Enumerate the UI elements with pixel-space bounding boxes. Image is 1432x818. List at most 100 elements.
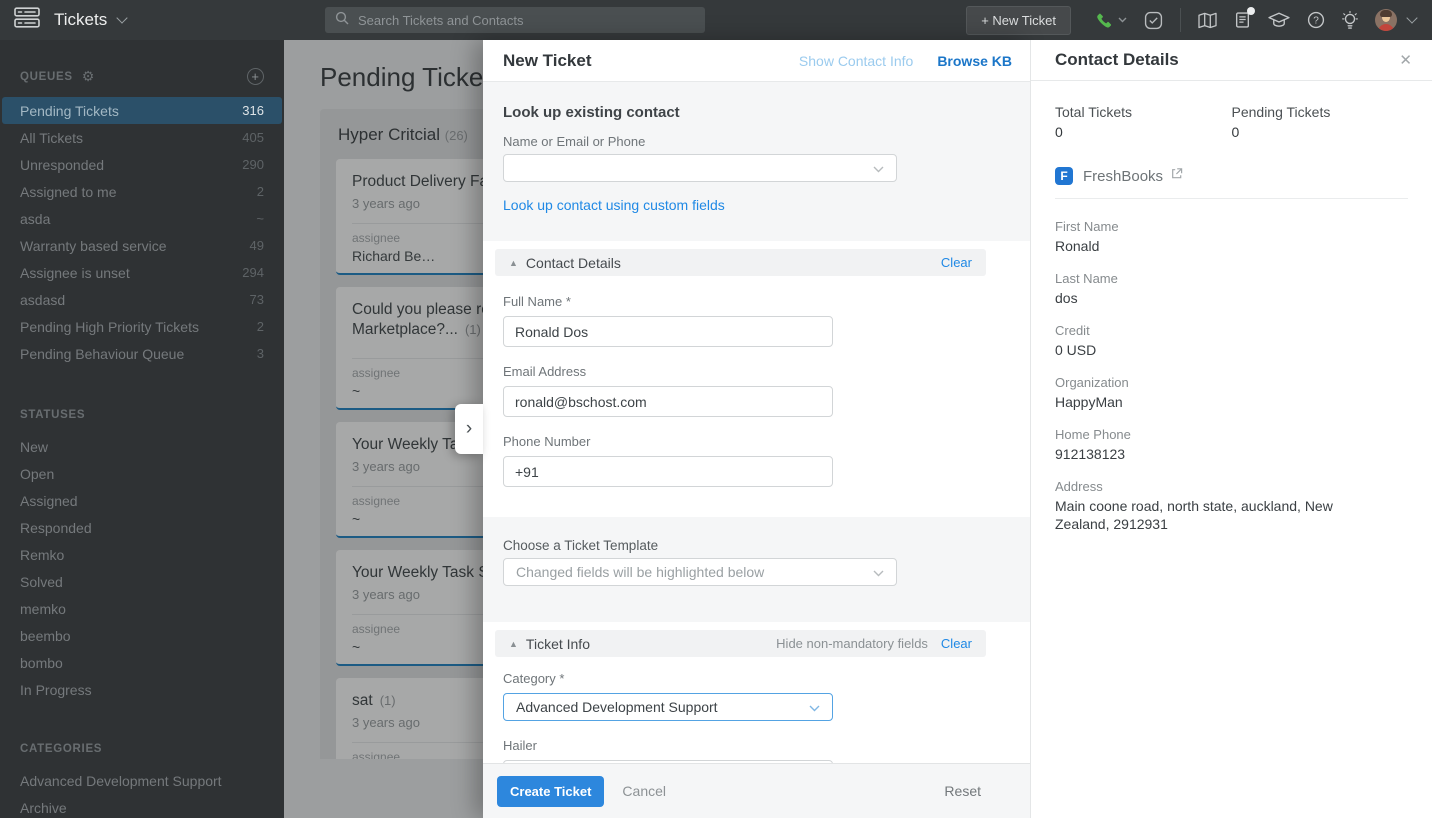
contact-field-organization: Organization HappyMan [1055, 375, 1408, 411]
category-select[interactable]: Advanced Development Support [503, 693, 833, 721]
queues-header: QUEUES [20, 71, 73, 83]
category-label: Category * [503, 671, 1010, 686]
categories-list: Advanced Development Support Archive [0, 767, 284, 818]
browse-kb-link[interactable]: Browse KB [937, 53, 1012, 69]
queue-count: 405 [242, 130, 264, 145]
category-item[interactable]: Advanced Development Support [0, 767, 284, 794]
stat-pending-tickets: Pending Tickets 0 [1232, 104, 1409, 140]
hailer-label: Hailer [503, 738, 1010, 753]
chevron-down-icon [117, 12, 128, 23]
new-ticket-button[interactable]: + New Ticket [966, 6, 1071, 35]
queue-item[interactable]: Pending Tickets316 [2, 97, 282, 124]
freshbooks-icon: F [1055, 167, 1073, 185]
collapse-panel-button[interactable]: › [455, 404, 483, 454]
contact-lookup-select[interactable] [503, 154, 897, 182]
whats-new-icon[interactable] [1342, 11, 1358, 30]
queue-item[interactable]: Warranty based service49 [0, 232, 284, 259]
status-item[interactable]: Solved [0, 568, 284, 595]
queue-item[interactable]: Unresponded290 [0, 151, 284, 178]
collapse-triangle-icon[interactable]: ▲ [509, 639, 518, 649]
ticket-info-section-bar: ▲ Ticket Info Hide non-mandatory fields … [495, 630, 986, 657]
freshbooks-integration[interactable]: F FreshBooks [1055, 167, 1408, 185]
lookup-heading: Look up existing contact [503, 104, 1010, 121]
clear-contact-link[interactable]: Clear [941, 255, 972, 270]
topbar-divider [1180, 8, 1181, 32]
reset-button[interactable]: Reset [944, 783, 981, 799]
svg-text:?: ? [1313, 16, 1319, 27]
product-label: Tickets [54, 10, 107, 30]
collapse-triangle-icon[interactable]: ▲ [509, 258, 518, 268]
section-title: Contact Details [526, 255, 621, 271]
clear-ticket-link[interactable]: Clear [941, 636, 972, 651]
email-input[interactable] [503, 386, 833, 417]
section-title: Ticket Info [526, 636, 590, 652]
phone-input[interactable] [503, 456, 833, 487]
queue-item[interactable]: asdasd73 [0, 286, 284, 313]
stat-total-tickets: Total Tickets 0 [1055, 104, 1232, 140]
phone-icon[interactable] [1096, 12, 1113, 29]
add-queue-button[interactable]: + [247, 68, 264, 85]
full-name-input[interactable] [503, 316, 833, 347]
product-switcher[interactable]: Tickets [54, 10, 126, 30]
queue-item[interactable]: All Tickets405 [0, 124, 284, 151]
custom-fields-link[interactable]: Look up contact using custom fields [503, 197, 725, 213]
contact-details-section-bar: ▲ Contact Details Clear [495, 249, 986, 276]
chevron-down-icon [809, 699, 820, 715]
template-select[interactable]: Changed fields will be highlighted below [503, 558, 897, 586]
knowledgebase-icon[interactable] [1198, 12, 1217, 29]
queue-item[interactable]: asda~ [0, 205, 284, 232]
external-link-icon[interactable] [1170, 167, 1183, 185]
notification-dot [1247, 7, 1255, 15]
contact-field-credit: Credit 0 USD [1055, 323, 1408, 359]
status-item[interactable]: In Progress [0, 676, 284, 703]
avatar[interactable] [1375, 9, 1397, 31]
chevron-right-icon: › [466, 418, 472, 440]
phone-menu-chevron-icon[interactable] [1118, 17, 1127, 23]
contact-field-last-name: Last Name dos [1055, 271, 1408, 307]
status-item[interactable]: beembo [0, 622, 284, 649]
queue-count: 294 [242, 265, 264, 280]
product-menu-button[interactable] [0, 0, 54, 40]
full-name-field: Full Name * [503, 294, 1010, 347]
close-icon[interactable]: ✕ [1395, 47, 1416, 73]
queue-item[interactable]: Pending Behaviour Queue3 [0, 340, 284, 367]
status-item[interactable]: Responded [0, 514, 284, 541]
queue-item[interactable]: Pending High Priority Tickets2 [0, 313, 284, 340]
status-item[interactable]: memko [0, 595, 284, 622]
status-item[interactable]: Assigned [0, 487, 284, 514]
news-icon[interactable] [1234, 11, 1251, 29]
status-item[interactable]: Open [0, 460, 284, 487]
queue-count: ~ [256, 211, 264, 226]
search-input[interactable] [358, 13, 695, 28]
queue-count: 316 [242, 103, 264, 118]
show-contact-info-link[interactable]: Show Contact Info [799, 53, 913, 69]
global-search[interactable] [325, 7, 705, 33]
tasks-icon[interactable] [1144, 11, 1163, 30]
help-icon[interactable]: ? [1307, 11, 1325, 29]
status-item[interactable]: New [0, 433, 284, 460]
queue-count: 49 [250, 238, 264, 253]
queue-count: 3 [257, 346, 264, 361]
queues-list: Pending Tickets316 All Tickets405 Unresp… [0, 97, 284, 367]
freshbooks-label: FreshBooks [1083, 168, 1163, 185]
chevron-down-icon [873, 160, 884, 176]
hide-nonmandatory-link[interactable]: Hide non-mandatory fields [776, 636, 928, 651]
contact-field-home-phone: Home Phone 912138123 [1055, 427, 1408, 463]
user-menu-chevron-icon[interactable] [1406, 12, 1417, 23]
new-ticket-modal: New Ticket Show Contact Info Browse KB L… [483, 40, 1030, 818]
queue-item[interactable]: Assignee is unset294 [0, 259, 284, 286]
create-ticket-button[interactable]: Create Ticket [497, 776, 604, 807]
email-field: Email Address [503, 364, 1010, 417]
panel-title: Contact Details [1055, 50, 1179, 70]
gear-icon[interactable]: ⚙ [82, 68, 95, 85]
queue-item[interactable]: Assigned to me2 [0, 178, 284, 205]
queue-count: 2 [257, 319, 264, 334]
status-item[interactable]: Remko [0, 541, 284, 568]
category-item[interactable]: Archive [0, 794, 284, 818]
categories-header: CATEGORIES [20, 743, 102, 755]
academy-icon[interactable] [1268, 12, 1290, 28]
cancel-button[interactable]: Cancel [622, 783, 666, 799]
status-item[interactable]: bombo [0, 649, 284, 676]
template-label: Choose a Ticket Template [503, 538, 1010, 553]
phone-field: Phone Number [503, 434, 1010, 487]
